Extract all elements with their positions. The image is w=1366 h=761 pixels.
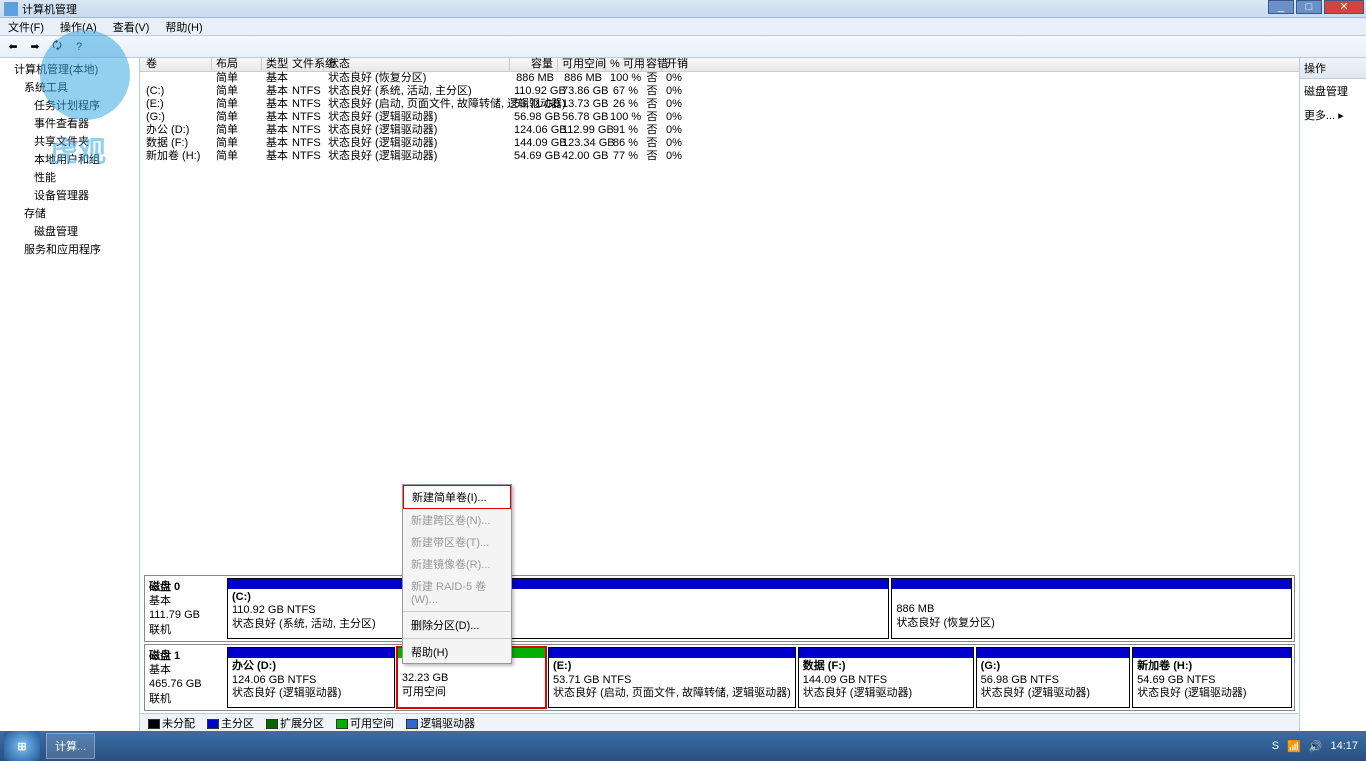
disk1-partition-e[interactable]: (E:)53.71 GB NTFS状态良好 (启动, 页面文件, 故障转储, 逻… [548,647,796,708]
volume-row[interactable]: 简单基本状态良好 (恢复分区)886 MB886 MB100 %否0% [140,72,1299,85]
menu-help[interactable]: 帮助(H) [161,19,206,35]
col-fault[interactable]: 容错 [642,58,662,71]
legend-primary: 主分区 [221,718,254,730]
system-tray: S 📶 🔊 14:17 [1272,740,1366,753]
taskbar: ⊞ 计算... S 📶 🔊 14:17 [0,731,1366,761]
actions-diskmgmt[interactable]: 磁盘管理 [1300,79,1366,103]
legend-bar: 未分配 主分区 扩展分区 可用空间 逻辑驱动器 [140,713,1299,731]
menu-view[interactable]: 查看(V) [109,19,154,35]
disk-1-label: 磁盘 1 基本 465.76 GB 联机 [145,645,225,710]
tree-task-scheduler[interactable]: 任务计划程序 [2,96,137,114]
col-capacity[interactable]: 容量 [510,58,558,71]
col-filesystem[interactable]: 文件系统 [288,58,324,71]
disk-1: 磁盘 1 基本 465.76 GB 联机 办公 (D:)124.06 GB NT… [144,644,1295,711]
tree-device-manager[interactable]: 设备管理器 [2,186,137,204]
legend-extended: 扩展分区 [280,718,324,730]
tree-root[interactable]: 计算机管理(本地) [2,60,137,78]
disk-graphical-area: 磁盘 0 基本 111.79 GB 联机 (C:) 110.92 GB NTFS… [140,573,1299,731]
legend-unallocated: 未分配 [162,718,195,730]
tree-event-viewer[interactable]: 事件查看器 [2,114,137,132]
disk1-partition-h[interactable]: 新加卷 (H:)54.69 GB NTFS状态良好 (逻辑驱动器) [1132,647,1292,708]
actions-pane: 操作 磁盘管理 更多... ▸ [1300,58,1366,731]
start-button[interactable]: ⊞ [4,731,40,761]
tree-services-apps[interactable]: 服务和应用程序 [2,240,137,258]
disk1-partition-f[interactable]: 数据 (F:)144.09 GB NTFS状态良好 (逻辑驱动器) [798,647,974,708]
menubar: 文件(F) 操作(A) 查看(V) 帮助(H) [0,18,1366,36]
tray-ime-icon[interactable]: S [1272,740,1279,752]
ctx-new-raid5-volume: 新建 RAID-5 卷(W)... [403,575,511,609]
tree-performance[interactable]: 性能 [2,168,137,186]
volume-row[interactable]: (C:)简单基本NTFS状态良好 (系统, 活动, 主分区)110.92 GB7… [140,85,1299,98]
tray-network-icon[interactable]: 📶 [1287,740,1301,753]
disk1-partition-g[interactable]: (G:)56.98 GB NTFS状态良好 (逻辑驱动器) [976,647,1131,708]
context-menu: 新建简单卷(I)... 新建跨区卷(N)... 新建带区卷(T)... 新建镜像… [402,484,512,664]
col-type[interactable]: 类型 [262,58,288,71]
minimize-button[interactable]: _ [1268,0,1294,14]
col-overhead[interactable]: 开销 [662,58,686,71]
help-icon[interactable]: ? [70,38,88,56]
tray-clock[interactable]: 14:17 [1330,740,1358,752]
disk-0: 磁盘 0 基本 111.79 GB 联机 (C:) 110.92 GB NTFS… [144,575,1295,642]
volume-row[interactable]: (E:)简单基本NTFS状态良好 (启动, 页面文件, 故障转储, 逻辑驱动器)… [140,98,1299,111]
maximize-button[interactable]: □ [1296,0,1322,14]
main-area: 计算机管理(本地) 系统工具 任务计划程序 事件查看器 共享文件夹 本地用户和组… [0,58,1366,731]
window-buttons: _ □ ✕ [1268,0,1366,18]
actions-more[interactable]: 更多... ▸ [1300,103,1366,127]
tree-storage[interactable]: 存储 [2,204,137,222]
ctx-new-spanned-volume: 新建跨区卷(N)... [403,509,511,531]
app-icon [4,2,18,16]
tree-system-tools[interactable]: 系统工具 [2,78,137,96]
ctx-new-striped-volume: 新建带区卷(T)... [403,531,511,553]
forward-button[interactable]: ➡ [26,38,44,56]
volume-row[interactable]: (G:)简单基本NTFS状态良好 (逻辑驱动器)56.98 GB56.78 GB… [140,111,1299,124]
disk-0-label: 磁盘 0 基本 111.79 GB 联机 [145,576,225,641]
center-pane: 卷 布局 类型 文件系统 状态 容量 可用空间 % 可用 容错 开销 简单基本状… [140,58,1300,731]
disk0-partition-c[interactable]: (C:) 110.92 GB NTFS 状态良好 (系统, 活动, 主分区) [227,578,889,639]
legend-free: 可用空间 [350,718,394,730]
ctx-delete-partition[interactable]: 删除分区(D)... [403,614,511,636]
ctx-new-mirrored-volume: 新建镜像卷(R)... [403,553,511,575]
menu-action[interactable]: 操作(A) [56,19,101,35]
titlebar: 计算机管理 _ □ ✕ [0,0,1366,18]
volume-row[interactable]: 新加卷 (H:)简单基本NTFS状态良好 (逻辑驱动器)54.69 GB42.0… [140,150,1299,163]
tree-shared-folders[interactable]: 共享文件夹 [2,132,137,150]
volume-header: 卷 布局 类型 文件系统 状态 容量 可用空间 % 可用 容错 开销 [140,58,1299,72]
col-status[interactable]: 状态 [324,58,510,71]
legend-logical: 逻辑驱动器 [420,718,475,730]
nav-tree: 计算机管理(本地) 系统工具 任务计划程序 事件查看器 共享文件夹 本地用户和组… [0,58,140,731]
menu-file[interactable]: 文件(F) [4,19,48,35]
col-volume[interactable]: 卷 [142,58,212,71]
taskbar-app-button[interactable]: 计算... [46,733,95,759]
tray-volume-icon[interactable]: 🔊 [1309,740,1323,753]
disk1-partition-d[interactable]: 办公 (D:)124.06 GB NTFS状态良好 (逻辑驱动器) [227,647,395,708]
refresh-button[interactable]: 🗘 [48,38,66,56]
toolbar: ⬅ ➡ 🗘 ? [0,36,1366,58]
col-free[interactable]: 可用空间 [558,58,606,71]
close-button[interactable]: ✕ [1324,0,1364,14]
actions-header: 操作 [1300,58,1366,79]
tree-local-users[interactable]: 本地用户和组 [2,150,137,168]
volume-row[interactable]: 数据 (F:)简单基本NTFS状态良好 (逻辑驱动器)144.09 GB123.… [140,137,1299,150]
disk0-partition-recovery[interactable]: 886 MB 状态良好 (恢复分区) [891,578,1292,639]
col-layout[interactable]: 布局 [212,58,262,71]
back-button[interactable]: ⬅ [4,38,22,56]
title-text: 计算机管理 [22,1,77,17]
volume-row[interactable]: 办公 (D:)简单基本NTFS状态良好 (逻辑驱动器)124.06 GB112.… [140,124,1299,137]
col-percent[interactable]: % 可用 [606,58,642,71]
volume-table: 卷 布局 类型 文件系统 状态 容量 可用空间 % 可用 容错 开销 简单基本状… [140,58,1299,163]
tree-disk-management[interactable]: 磁盘管理 [2,222,137,240]
ctx-new-simple-volume[interactable]: 新建简单卷(I)... [403,485,511,509]
ctx-help[interactable]: 帮助(H) [403,641,511,663]
